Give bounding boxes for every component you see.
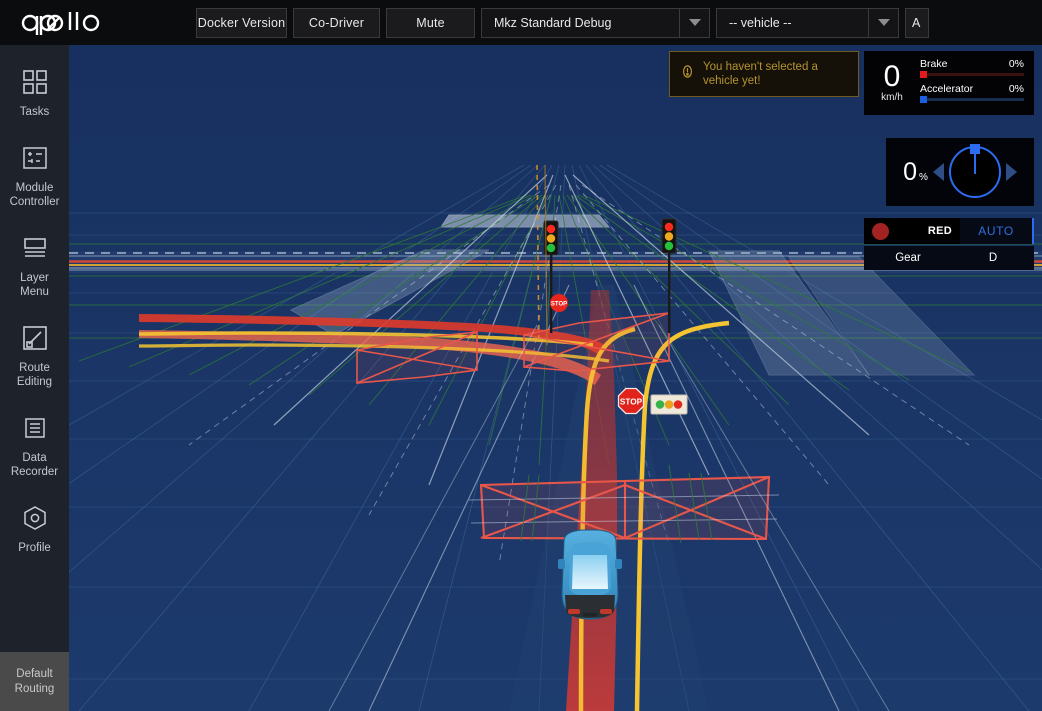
sidebar-item-layer-menu[interactable]: Layer Menu bbox=[0, 211, 69, 301]
header-tools: Docker Version Co-Driver Mute Mkz Standa… bbox=[196, 0, 929, 45]
gear-hud-panel: Gear D bbox=[864, 246, 1034, 270]
gear-value: D bbox=[988, 252, 998, 264]
document-icon bbox=[16, 409, 54, 447]
traffic-light-dot-icon bbox=[872, 222, 889, 240]
chevron-down-icon[interactable] bbox=[679, 8, 709, 37]
sidebar-item-label: Data Recorder bbox=[10, 452, 59, 478]
traffic-light-label: RED bbox=[927, 225, 952, 237]
docker-version-button[interactable]: Docker Version bbox=[196, 7, 287, 38]
route-editing-icon bbox=[16, 319, 54, 357]
vehicle-select-value: -- vehicle -- bbox=[729, 15, 792, 30]
driving-mode-badge[interactable]: AUTO bbox=[960, 218, 1034, 244]
left-sidebar: Tasks Module Controller Layer Menu Route… bbox=[0, 45, 69, 711]
steering-wheel-icon bbox=[948, 144, 1001, 198]
svg-text:STOP: STOP bbox=[551, 302, 567, 308]
speed-readout: 0 km/h bbox=[864, 62, 920, 104]
ego-car bbox=[558, 529, 622, 620]
pedal-meters: Brake 0% Accelerator 0% bbox=[920, 58, 1034, 108]
default-routing-line2: Routing bbox=[14, 682, 55, 695]
co-driver-button[interactable]: Co-Driver bbox=[293, 7, 380, 38]
steering-value: 0 bbox=[903, 157, 917, 186]
signal-hud-panel: RED AUTO bbox=[864, 218, 1034, 244]
sidebar-item-label: Route Editing bbox=[16, 362, 53, 388]
mute-button[interactable]: Mute bbox=[386, 7, 475, 38]
brake-value: 0% bbox=[1008, 58, 1024, 70]
steering-unit: % bbox=[919, 171, 928, 183]
accelerator-bar bbox=[920, 96, 1024, 103]
sidebar-item-tasks[interactable]: Tasks bbox=[0, 45, 69, 121]
module-controller-icon bbox=[16, 139, 54, 177]
svg-text:STOP: STOP bbox=[620, 397, 643, 406]
gear-label: Gear bbox=[895, 252, 921, 264]
apollo-dreamview: STOP STOP Docker Version Co-Driver Mute … bbox=[0, 0, 1042, 711]
apollo-logo[interactable] bbox=[0, 0, 196, 45]
vehicle-profile-value: Mkz Standard Debug bbox=[494, 15, 612, 30]
brake-label: Brake bbox=[920, 58, 948, 70]
sidebar-item-route-editing[interactable]: Route Editing bbox=[0, 301, 69, 391]
accelerator-label: Accelerator bbox=[920, 83, 974, 95]
vehicle-profile-select[interactable]: Mkz Standard Debug bbox=[481, 7, 710, 38]
warning-toast[interactable]: You haven't selected a vehicle yet! bbox=[669, 51, 859, 97]
partial-right-button[interactable]: A bbox=[905, 7, 929, 38]
steering-readout: 0 % bbox=[903, 157, 928, 186]
sidebar-item-label: Profile bbox=[18, 542, 51, 554]
speed-value: 0 bbox=[883, 60, 901, 93]
brake-bar bbox=[920, 71, 1024, 78]
grid-icon bbox=[16, 63, 54, 101]
sidebar-item-module-controller[interactable]: Module Controller bbox=[0, 121, 69, 211]
default-routing-button[interactable]: Default Routing bbox=[0, 652, 69, 711]
turn-left-icon bbox=[932, 163, 944, 181]
warning-message: You haven't selected a vehicle yet! bbox=[703, 61, 818, 87]
turn-right-icon bbox=[1005, 163, 1017, 181]
speed-unit: km/h bbox=[881, 92, 903, 103]
brake-row: Brake 0% bbox=[920, 58, 1024, 70]
layers-icon bbox=[16, 229, 54, 267]
warning-icon bbox=[680, 64, 695, 84]
speed-hud-panel: 0 km/h Brake 0% Accelerator 0% bbox=[864, 51, 1034, 115]
sidebar-item-label: Module Controller bbox=[9, 182, 60, 208]
sidebar-item-data-recorder[interactable]: Data Recorder bbox=[0, 391, 69, 481]
traffic-light-status: RED bbox=[864, 218, 960, 244]
vehicle-select[interactable]: -- vehicle -- bbox=[716, 7, 899, 38]
hexagon-icon bbox=[16, 499, 54, 537]
sidebar-item-profile[interactable]: Profile bbox=[0, 481, 69, 557]
sidebar-item-label: Layer Menu bbox=[20, 272, 49, 298]
accelerator-row: Accelerator 0% bbox=[920, 83, 1024, 95]
default-routing-line1: Default bbox=[16, 667, 53, 680]
sidebar-item-label: Tasks bbox=[19, 106, 50, 118]
top-header-bar: Docker Version Co-Driver Mute Mkz Standa… bbox=[0, 0, 1042, 45]
chevron-down-icon[interactable] bbox=[868, 8, 898, 37]
apollo-logo-icon bbox=[21, 11, 100, 35]
accelerator-value: 0% bbox=[1008, 83, 1024, 95]
steering-hud-panel: 0 % bbox=[886, 138, 1034, 206]
